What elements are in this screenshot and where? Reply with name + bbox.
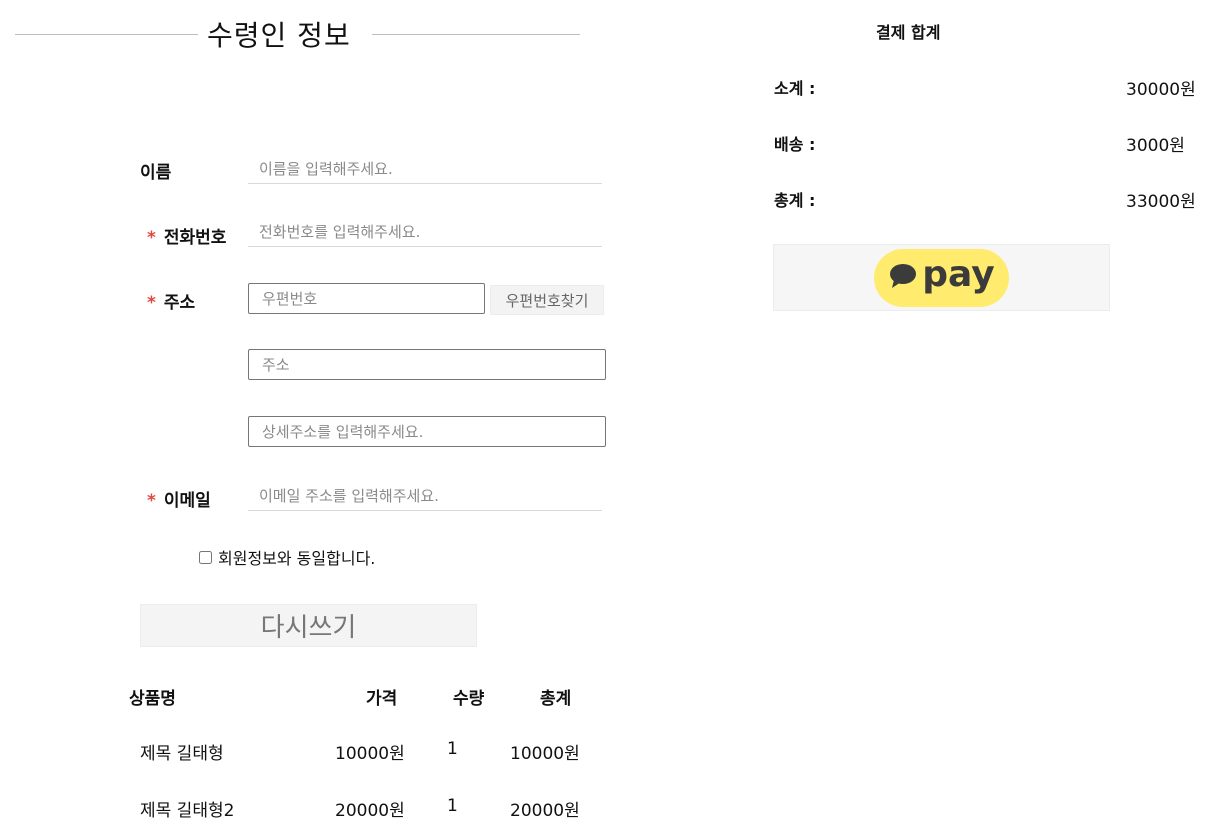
email-label-text: 이메일	[163, 491, 211, 511]
total-value: 33000원	[1126, 192, 1196, 212]
title-rule-right	[372, 34, 580, 35]
same-as-member-label: 회원정보와 동일합니다.	[218, 549, 376, 568]
speech-bubble-icon	[888, 262, 918, 294]
zipcode-input[interactable]	[248, 283, 485, 314]
required-mark: *	[147, 228, 156, 248]
kakao-pay-button[interactable]: pay	[773, 244, 1110, 311]
product-name: 제목 길태형	[140, 744, 224, 764]
find-zipcode-button[interactable]: 우편번호찾기	[490, 285, 604, 315]
shipping-label: 배송 :	[774, 135, 816, 154]
column-header-price: 가격	[366, 689, 398, 709]
required-mark: *	[147, 491, 156, 511]
address-input[interactable]	[248, 349, 606, 380]
required-mark: *	[147, 293, 156, 313]
same-as-member-option[interactable]: 회원정보와 동일합니다.	[199, 545, 375, 569]
address-label-text: 주소	[163, 293, 196, 313]
summary-title: 결제 합계	[876, 23, 941, 42]
same-as-member-checkbox[interactable]	[199, 550, 212, 564]
subtotal-label: 소계 :	[774, 79, 816, 98]
address-detail-input[interactable]	[248, 416, 606, 447]
phone-label: * 전화번호	[147, 223, 226, 248]
product-name: 제목 길태형2	[140, 801, 235, 821]
shipping-value: 3000원	[1126, 136, 1185, 156]
subtotal-value: 30000원	[1126, 80, 1196, 100]
product-total: 10000원	[510, 744, 580, 764]
product-quantity: 1	[447, 796, 458, 816]
name-input[interactable]	[248, 154, 602, 184]
column-header-total: 총계	[540, 689, 572, 709]
title-rule-left	[15, 34, 198, 35]
phone-label-text: 전화번호	[163, 228, 227, 248]
phone-input[interactable]	[248, 217, 602, 247]
product-total: 20000원	[510, 801, 580, 821]
product-quantity: 1	[447, 739, 458, 759]
product-price: 10000원	[335, 744, 405, 764]
email-label: * 이메일	[147, 486, 211, 511]
address-label: * 주소	[147, 288, 195, 313]
product-price: 20000원	[335, 801, 405, 821]
pay-label: pay	[922, 253, 995, 295]
column-header-quantity: 수량	[453, 689, 485, 709]
column-header-product: 상품명	[129, 689, 176, 709]
name-label: 이름	[140, 163, 172, 183]
pay-badge: pay	[874, 248, 1009, 307]
email-input[interactable]	[248, 481, 602, 511]
reset-button[interactable]: 다시쓰기	[140, 604, 477, 647]
total-label: 총계 :	[774, 191, 816, 210]
page-title: 수령인 정보	[207, 19, 351, 52]
